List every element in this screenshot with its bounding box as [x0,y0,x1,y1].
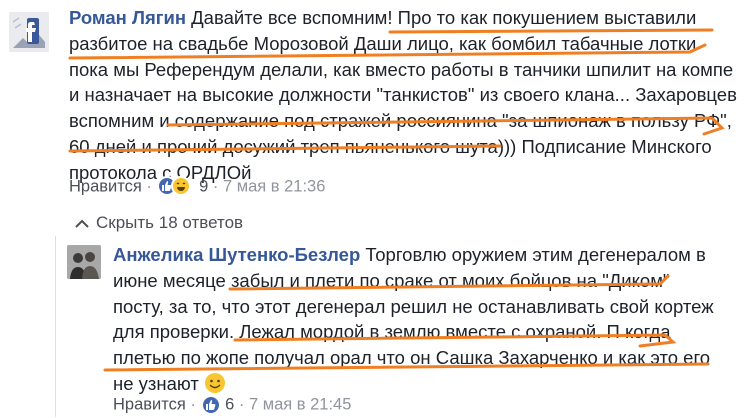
separator: · [212,177,219,196]
comment: Роман Лягин Давайте все вспомним! Про то… [69,5,753,186]
chevron-up-icon [75,219,89,228]
comment-text-line: не узнают [113,372,199,394]
comment-actions: Нравится · 6 · 7 мая в 21:45 [113,395,351,415]
facebook-logo-icon [9,12,49,52]
comment-text-line: Давайте все вспомним! Про то как покушен… [191,7,697,28]
comment-text-line: и назначает на высокие должности "танкис… [69,84,737,106]
timestamp[interactable]: 7 мая в 21:36 [223,177,325,195]
reactions-summary[interactable] [156,176,195,198]
hide-replies-button[interactable]: Скрыть 18 ответов [74,213,243,233]
comment-text-line: разбитое на свадьбе Морозовой Даши лицо,… [69,32,697,54]
comment-text-line: пока мы Референдум делали, как вместо ра… [69,58,734,80]
separator: · [190,395,196,414]
timestamp[interactable]: 7 мая в 21:45 [249,395,351,413]
comment-text-line: плетью по жопе получал орал что он Сашка… [113,347,711,369]
comment-author[interactable]: Роман Лягин [69,7,186,28]
haha-reaction-icon [170,176,191,196]
like-button[interactable]: Нравится [69,177,142,195]
like-reaction-icon[interactable] [200,395,221,415]
profile-photo-icon [67,245,101,279]
avatar[interactable] [9,12,49,52]
separator: · [238,395,245,414]
comment-text-line: вспомним и содержание под стражей россия… [69,110,732,132]
comment: Анжелика Шутенко-Безлер Торговлю оружием… [113,242,753,397]
comment-actions: Нравится · 9 · 7 мая в 21:36 [69,176,325,198]
comment-author[interactable]: Анжелика Шутенко-Безлер [113,244,360,265]
comment-text-line: Торговлю оружием этим дегенералом в [365,244,706,265]
avatar[interactable] [67,245,101,279]
comment-text-line: июне месяце забыл и плети по сраке от мо… [113,269,670,291]
like-button[interactable]: Нравится [113,395,186,413]
hide-replies-label: Скрыть 18 ответов [96,213,244,232]
reaction-count[interactable]: 9 [199,177,208,195]
comment-text-line: посту, за то, что этот дегенерал решил н… [113,295,714,317]
comment-text-line: 60 дней и прочий досужий треп пьяненьког… [69,135,712,157]
thread-line [55,236,56,417]
separator: · [146,177,152,196]
comment-text-line: для проверки. Лежал мордой в землю вмест… [113,321,671,343]
reaction-count[interactable]: 6 [225,395,234,413]
smile-emoji-icon [204,372,225,393]
